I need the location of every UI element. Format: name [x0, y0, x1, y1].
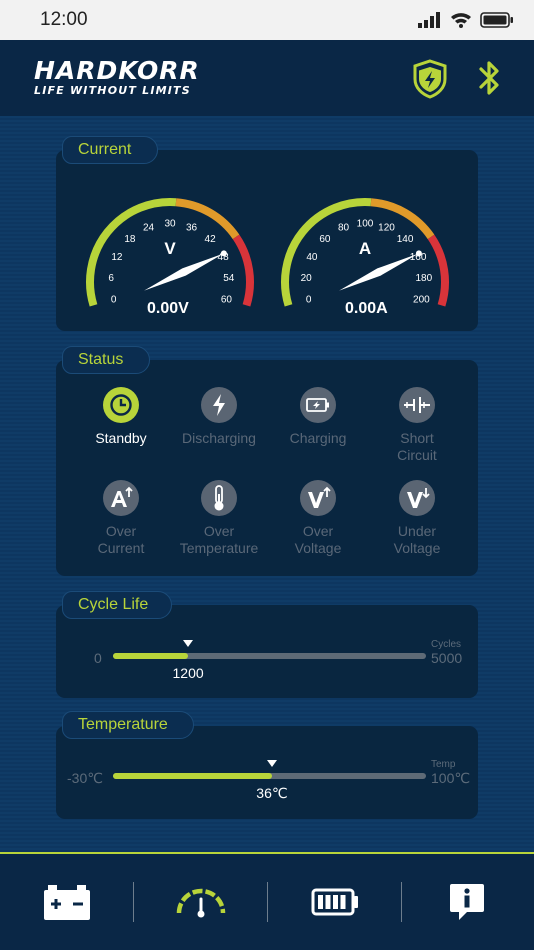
cycle-max-label: 5000	[431, 650, 463, 666]
cycle-min-label: 0	[94, 650, 102, 666]
clock-time: 12:00	[40, 9, 88, 30]
cellular-signal-icon	[418, 12, 440, 28]
status-label: Discharging	[182, 430, 256, 446]
status-label: Over Current	[97, 523, 145, 556]
status-over-voltage[interactable]: Over Voltage	[268, 480, 368, 557]
current-card	[56, 150, 478, 331]
thermometer-icon	[201, 480, 237, 516]
over-current-icon	[103, 480, 139, 516]
clock-icon	[103, 387, 139, 423]
temperature-value: 36℃	[256, 785, 288, 801]
cycle-unit-label: Cycles	[431, 639, 462, 650]
cycle-life-fill	[113, 653, 189, 659]
wifi-icon	[451, 13, 471, 28]
over-voltage-icon	[300, 480, 336, 516]
status-over-temperature[interactable]: Over Temperature	[169, 480, 269, 557]
cycle-life-marker	[183, 640, 194, 647]
info-icon	[450, 884, 484, 920]
status-charging[interactable]: Charging	[268, 387, 368, 447]
brand-name: HARDKORR	[34, 56, 200, 85]
status-label: Over Voltage	[294, 523, 342, 556]
shield-bolt-icon[interactable]	[412, 59, 448, 104]
temp-max-label: 100℃	[431, 770, 471, 786]
lightning-icon	[201, 387, 237, 423]
amperage-readout: 0.00A	[345, 300, 388, 317]
cycle-life-section-title: Cycle Life	[62, 591, 172, 619]
app-header: HARDKORR LIFE WITHOUT LIMITS	[0, 40, 534, 116]
status-under-voltage[interactable]: Under Voltage	[367, 480, 467, 557]
under-voltage-icon	[399, 480, 435, 516]
status-over-current[interactable]: Over Current	[71, 480, 171, 557]
status-label: Over Temperature	[179, 523, 259, 556]
battery-status-icon	[480, 12, 513, 28]
system-indicators	[418, 10, 514, 30]
temp-unit-label: Temp	[431, 759, 456, 770]
status-section-title: Status	[62, 346, 150, 374]
nav-dashboard[interactable]	[134, 854, 268, 950]
system-status-bar: 12:00	[0, 0, 534, 40]
bottom-navigation	[0, 852, 534, 950]
nav-info[interactable]	[400, 854, 534, 950]
status-label: Charging	[289, 430, 347, 446]
nav-battery-level[interactable]	[268, 854, 402, 950]
brand-tagline: LIFE WITHOUT LIMITS	[34, 84, 191, 97]
temp-min-label: -30℃	[67, 770, 103, 786]
status-label: Short Circuit	[397, 430, 437, 463]
current-section-title: Current	[62, 136, 158, 164]
battery-level-icon	[311, 888, 358, 916]
status-standby[interactable]: Standby	[71, 387, 171, 447]
cycle-life-value: 1200	[172, 665, 204, 681]
temperature-section-title: Temperature	[62, 711, 194, 739]
bluetooth-icon[interactable]	[476, 58, 504, 103]
nav-battery-info[interactable]	[0, 854, 134, 950]
gauge-icon	[176, 888, 226, 918]
temperature-fill	[113, 773, 272, 779]
status-label: Under Voltage	[393, 523, 441, 556]
battery-charging-icon	[300, 387, 336, 423]
car-battery-icon	[44, 885, 90, 920]
temperature-marker	[266, 760, 277, 767]
brand-logo: HARDKORR LIFE WITHOUT LIMITS	[34, 56, 200, 98]
voltage-readout: 0.00V	[147, 300, 189, 317]
status-discharging[interactable]: Discharging	[169, 387, 269, 447]
status-label: Standby	[95, 430, 147, 446]
short-circuit-icon	[399, 387, 435, 423]
status-short-circuit[interactable]: Short Circuit	[367, 387, 467, 464]
